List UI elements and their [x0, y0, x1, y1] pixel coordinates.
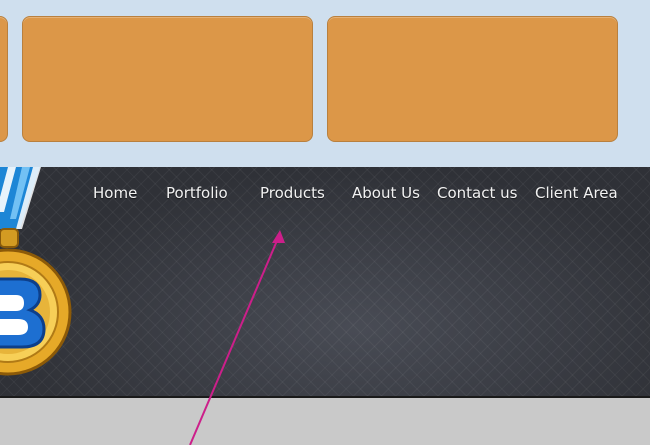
nav-item-contact-us[interactable]: Contact us	[437, 183, 517, 203]
nav-item-about-us[interactable]: About Us	[352, 183, 420, 203]
content-panel-left	[0, 16, 8, 142]
main-navigation: Home Portfolio Products About Us Contact…	[0, 183, 650, 205]
nav-item-portfolio[interactable]: Portfolio	[166, 183, 228, 203]
content-panel-middle	[22, 16, 313, 142]
top-banner-area	[0, 0, 650, 167]
footer-area	[0, 398, 650, 445]
nav-item-home[interactable]: Home	[93, 183, 137, 203]
content-panel-right	[327, 16, 618, 142]
nav-item-products[interactable]: Products	[260, 183, 325, 203]
nav-item-client-area[interactable]: Client Area	[535, 183, 618, 203]
